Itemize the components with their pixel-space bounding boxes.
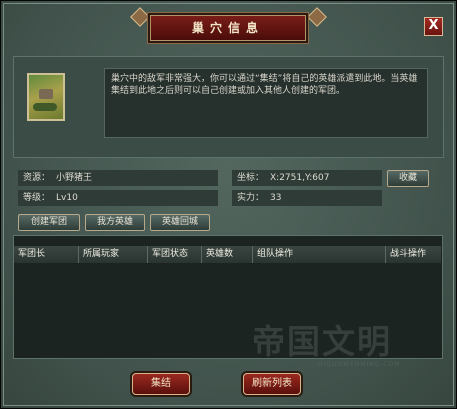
resource-row: 资源： 小野猪王 xyxy=(18,170,218,186)
resource-label: 资源： xyxy=(23,173,51,183)
strength-value: 33 xyxy=(270,193,282,203)
tab-heroes-return[interactable]: 英雄回城 xyxy=(150,214,210,231)
table-header: 军团长 所属玩家 军团状态 英雄数 组队操作 战斗操作 xyxy=(14,246,441,263)
level-row: 等级： Lv10 xyxy=(18,190,218,206)
tab-create-legion[interactable]: 创建军团 xyxy=(18,214,80,231)
favorite-button[interactable]: 收藏 xyxy=(387,170,429,187)
col-legion-status: 军团状态 xyxy=(148,246,202,263)
level-value: Lv10 xyxy=(56,193,78,203)
strength-label: 实力： xyxy=(237,193,265,203)
gather-button[interactable]: 集结 xyxy=(132,373,190,395)
nest-thumbnail xyxy=(27,73,65,121)
refresh-list-button[interactable]: 刷新列表 xyxy=(243,373,301,395)
strength-row: 实力： 33 xyxy=(232,190,382,206)
resource-value: 小野猪王 xyxy=(56,173,93,183)
col-owner-player: 所属玩家 xyxy=(79,246,148,263)
col-battle-action: 战斗操作 xyxy=(390,249,427,259)
window-title: 巢穴信息 xyxy=(150,15,306,41)
tab-my-heroes[interactable]: 我方英雄 xyxy=(85,214,145,231)
level-label: 等级： xyxy=(23,193,51,203)
watermark-logo: 帝国文明 xyxy=(252,322,392,361)
watermark-url: DIGUOWENMING.COM xyxy=(318,361,401,368)
coord-label: 坐标： xyxy=(237,173,265,183)
col-team-action: 组队操作 xyxy=(253,246,386,263)
close-button[interactable]: X xyxy=(424,17,443,36)
col-hero-count: 英雄数 xyxy=(202,246,253,263)
coord-value: X:2751,Y:607 xyxy=(270,173,330,183)
nest-description: 巢穴中的敌军非常强大，你可以通过“集结”将自己的英雄派遣到此地。当英雄集结到此地… xyxy=(111,74,418,96)
coord-row: 坐标： X:2751,Y:607 xyxy=(232,170,382,186)
col-legion-leader: 军团长 xyxy=(14,246,79,263)
